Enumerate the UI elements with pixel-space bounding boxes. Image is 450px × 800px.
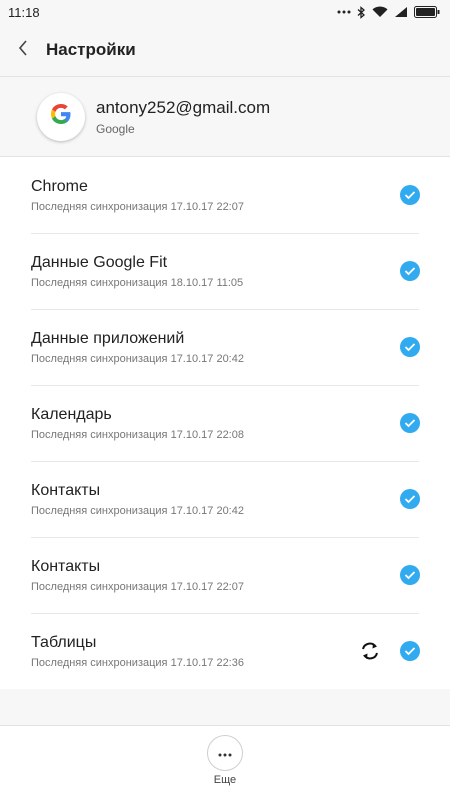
sync-checkbox[interactable] [400,489,420,509]
sync-icon [359,640,381,667]
bluetooth-icon [357,5,366,19]
account-header: antony252@gmail.com Google [0,77,450,157]
check-icon [404,343,416,352]
dots-icon [337,10,351,14]
account-type: Google [96,121,135,136]
sync-item-subtitle: Последняя синхронизация 17.10.17 20:42 [31,504,244,517]
check-icon [404,495,416,504]
sync-item-title: Данные приложений [31,329,185,347]
google-logo-icon [46,99,76,134]
account-email: antony252@gmail.com [96,97,271,117]
status-time: 11:18 [8,4,40,20]
sync-item-sheets[interactable]: Таблицы Последняя синхронизация 17.10.17… [0,613,450,689]
sync-item-subtitle: Последняя синхронизация 17.10.17 22:07 [31,580,244,593]
wifi-icon [372,6,388,18]
account-info: antony252@gmail.com Google [96,98,270,136]
sync-item-title: Данные Google Fit [31,253,168,271]
sync-item-title: Chrome [31,177,88,195]
sync-checkbox[interactable] [400,337,420,357]
sync-checkbox[interactable] [400,413,420,433]
chevron-left-icon [18,39,28,61]
check-icon [404,419,416,428]
sync-item-title: Календарь [31,405,112,423]
status-bar: 11:18 [0,0,450,24]
more-dots-icon [218,744,232,762]
check-icon [404,647,416,656]
sync-item-contacts-2[interactable]: Контакты Последняя синхронизация 17.10.1… [0,537,450,613]
sync-item-subtitle: Последняя синхронизация 17.10.17 22:36 [31,656,244,669]
sync-checkbox[interactable] [400,565,420,585]
sync-item-title: Таблицы [31,633,97,651]
more-button[interactable] [207,735,243,771]
header: Настройки [0,24,450,77]
more-label: Еще [213,774,237,786]
battery-icon [414,6,440,18]
sync-checkbox[interactable] [400,261,420,281]
sync-item-contacts-1[interactable]: Контакты Последняя синхронизация 17.10.1… [0,461,450,537]
check-icon [404,267,416,276]
sync-item-calendar[interactable]: Календарь Последняя синхронизация 17.10.… [0,385,450,461]
status-icons [337,5,440,19]
sync-item-subtitle: Последняя синхронизация 17.10.17 22:08 [31,428,244,441]
bottom-bar: Еще [0,725,450,800]
page-title: Настройки [46,40,136,59]
sync-item-subtitle: Последняя синхронизация 17.10.17 20:42 [31,352,244,365]
sync-item-google-fit[interactable]: Данные Google Fit Последняя синхронизаци… [0,233,450,309]
check-icon [404,191,416,200]
signal-icon [394,6,408,18]
avatar [37,92,85,141]
back-button[interactable] [0,24,46,76]
sync-item-app-data[interactable]: Данные приложений Последняя синхронизаци… [0,309,450,385]
sync-item-title: Контакты [31,557,101,575]
check-icon [404,571,416,580]
sync-list: Chrome Последняя синхронизация 17.10.17 … [0,157,450,689]
sync-item-subtitle: Последняя синхронизация 18.10.17 11:05 [31,276,244,289]
sync-checkbox[interactable] [400,641,420,661]
sync-item-chrome[interactable]: Chrome Последняя синхронизация 17.10.17 … [0,157,450,233]
sync-checkbox[interactable] [400,185,420,205]
sync-item-subtitle: Последняя синхронизация 17.10.17 22:07 [31,200,244,213]
sync-item-title: Контакты [31,481,101,499]
